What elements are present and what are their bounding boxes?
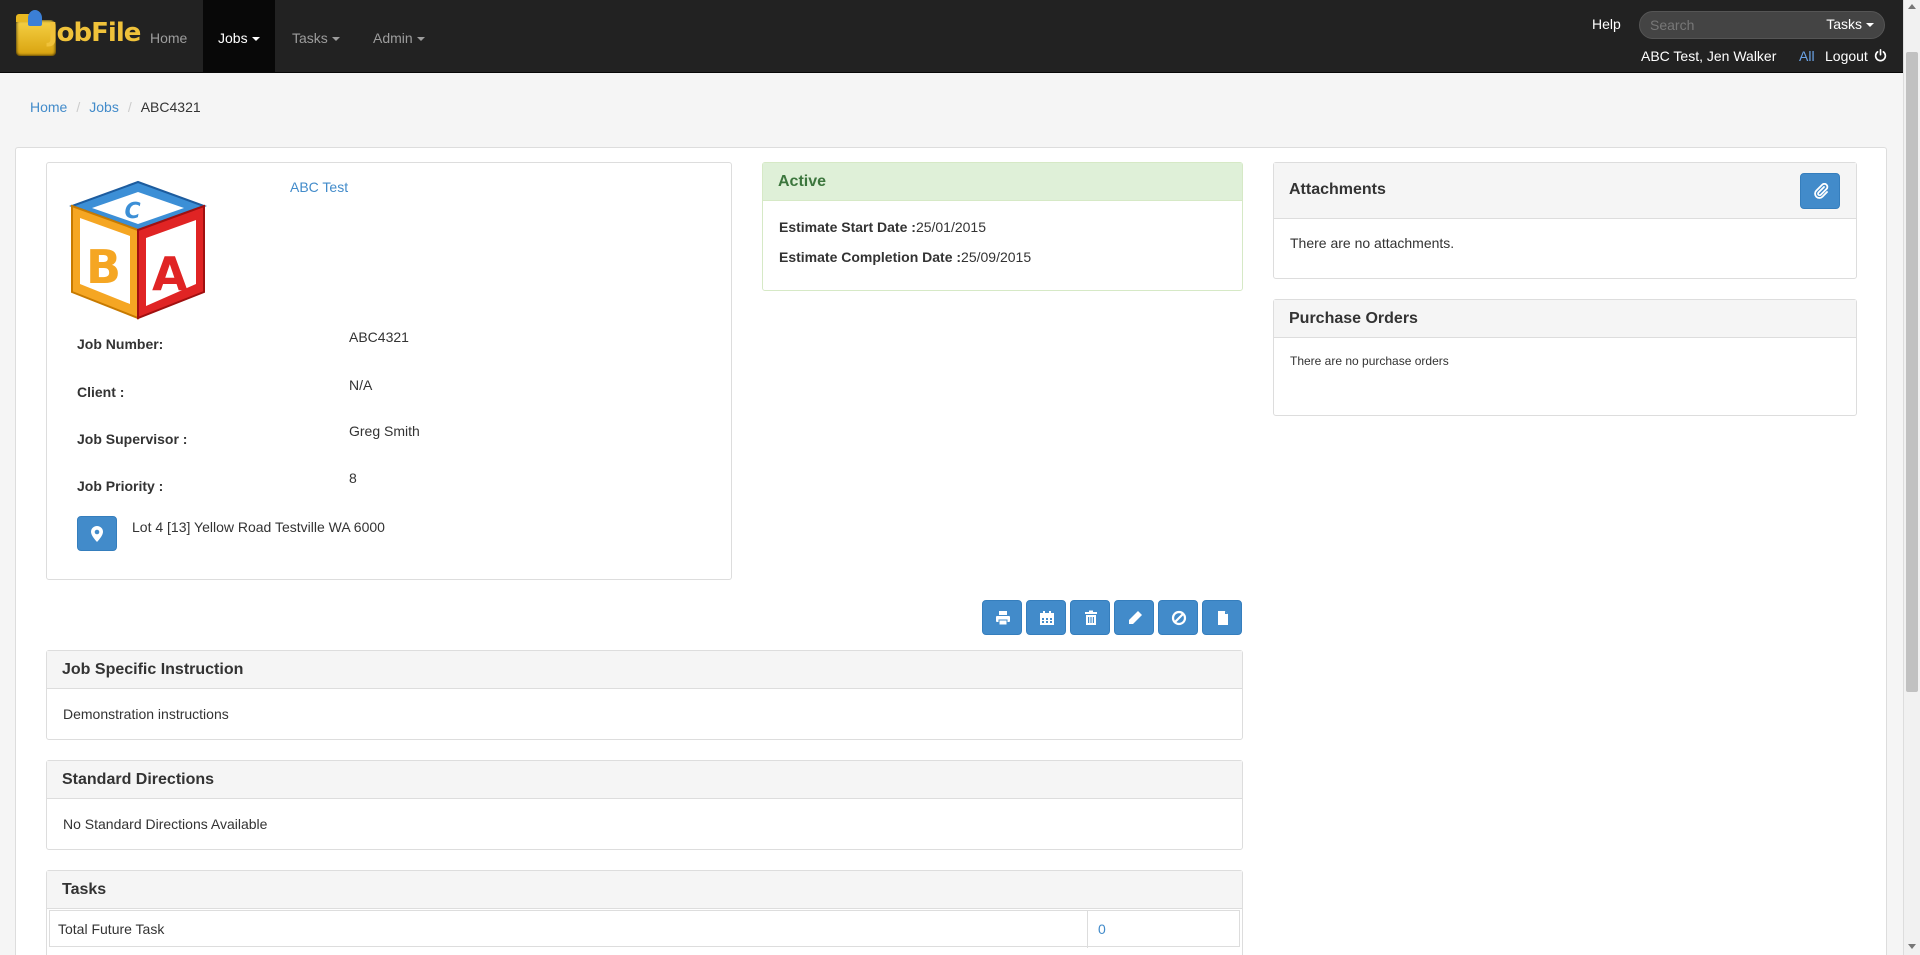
estimate-start-value: 25/01/2015	[915, 219, 987, 235]
map-location-button[interactable]	[77, 516, 117, 551]
estimate-completion-label: Estimate Completion Date :	[779, 249, 962, 265]
paperclip-icon	[1814, 183, 1829, 199]
job-priority-label: Job Priority :	[77, 478, 164, 494]
edit-button[interactable]	[1114, 600, 1154, 635]
job-number-label: Job Number:	[77, 336, 164, 352]
document-button[interactable]	[1202, 600, 1242, 635]
caret-down-icon	[251, 37, 260, 42]
brand-text: JobFile	[48, 18, 141, 48]
add-attachment-button[interactable]	[1800, 173, 1840, 209]
svg-text:A: A	[152, 247, 188, 301]
breadcrumb-home[interactable]: Home	[30, 99, 67, 115]
print-icon	[996, 611, 1010, 626]
attachments-panel: Attachments There are no attachments.	[1273, 162, 1857, 279]
breadcrumb: Home / Jobs / ABC4321	[30, 99, 201, 115]
trash-icon	[1085, 610, 1097, 625]
cancel-icon	[1171, 610, 1187, 626]
estimate-start-row: Estimate Start Date :25/01/2015	[779, 219, 986, 235]
caret-down-icon	[416, 37, 425, 42]
job-address: Lot 4 [13] Yellow Road Testville WA 6000	[132, 519, 385, 535]
file-icon	[1218, 611, 1228, 625]
client-label: Client :	[77, 384, 125, 400]
breadcrumb-separator: /	[127, 99, 132, 115]
power-icon	[1874, 49, 1886, 62]
tasks-title: Tasks	[47, 871, 1242, 909]
jobfile-logo[interactable]: JobFile	[14, 8, 141, 64]
job-supervisor-value: Greg Smith	[349, 423, 420, 439]
scroll-up-icon[interactable]	[1908, 4, 1916, 9]
search-scope-dropdown[interactable]: Tasks	[1826, 16, 1874, 32]
breadcrumb-jobs[interactable]: Jobs	[89, 99, 119, 115]
abc-blocks-logo: C B A	[69, 180, 207, 320]
current-user: ABC Test, Jen Walker	[1641, 48, 1777, 64]
job-number-value: ABC4321	[349, 329, 409, 345]
caret-down-icon	[1866, 23, 1874, 28]
attachments-title: Attachments	[1274, 163, 1856, 219]
pencil-icon	[1129, 611, 1142, 624]
attachments-empty-text: There are no attachments.	[1290, 235, 1455, 251]
purchase-orders-title: Purchase Orders	[1274, 300, 1856, 338]
estimate-start-label: Estimate Start Date :	[779, 219, 916, 235]
print-button[interactable]	[982, 600, 1022, 635]
tasks-panel: Tasks Total Future Task 0	[46, 870, 1243, 955]
client-value: N/A	[349, 377, 373, 393]
all-link[interactable]: All	[1799, 48, 1815, 64]
standard-directions-panel: Standard Directions No Standard Directio…	[46, 760, 1243, 850]
task-row-label: Total Future Task	[58, 921, 165, 937]
scroll-thumb[interactable]	[1906, 52, 1918, 692]
schedule-button[interactable]	[1026, 600, 1066, 635]
nav-tasks[interactable]: Tasks	[277, 0, 355, 73]
delete-button[interactable]	[1070, 600, 1110, 635]
job-status-panel: Active Estimate Start Date :25/01/2015 E…	[762, 162, 1243, 291]
help-link[interactable]: Help	[1592, 16, 1621, 32]
map-marker-icon	[91, 526, 103, 542]
job-instructions-title: Job Specific Instruction	[47, 651, 1242, 689]
svg-text:B: B	[86, 240, 121, 294]
estimate-completion-row: Estimate Completion Date :25/09/2015	[779, 249, 1031, 265]
logout-link[interactable]: Logout	[1825, 48, 1887, 64]
scroll-down-icon[interactable]	[1908, 944, 1916, 949]
job-supervisor-label: Job Supervisor :	[77, 431, 188, 447]
standard-directions-text: No Standard Directions Available	[63, 816, 268, 832]
nav-home[interactable]: Home	[135, 0, 202, 73]
purchase-orders-panel: Purchase Orders There are no purchase or…	[1273, 299, 1857, 416]
task-row-value-link[interactable]: 0	[1098, 921, 1106, 937]
job-priority-value: 8	[349, 470, 357, 486]
cell-divider	[1087, 911, 1088, 948]
job-instructions-panel: Job Specific Instruction Demonstration i…	[46, 650, 1243, 740]
nav-jobs[interactable]: Jobs	[203, 0, 275, 73]
caret-down-icon	[331, 37, 340, 42]
search-input[interactable]	[1650, 16, 1810, 34]
top-navbar: JobFile Home Jobs Tasks Admin Help Tasks…	[0, 0, 1920, 73]
search-box: Tasks	[1639, 11, 1885, 39]
estimate-completion-value: 25/09/2015	[961, 249, 1032, 265]
client-link[interactable]: ABC Test	[290, 179, 348, 195]
nav-admin[interactable]: Admin	[358, 0, 440, 73]
calendar-icon	[1040, 611, 1054, 625]
purchase-orders-empty-text: There are no purchase orders	[1290, 354, 1449, 368]
cancel-job-button[interactable]	[1158, 600, 1198, 635]
breadcrumb-current: ABC4321	[140, 99, 201, 115]
page-scrollbar[interactable]	[1903, 0, 1920, 955]
table-row: Total Future Task 0	[49, 910, 1240, 948]
status-title: Active	[763, 163, 1242, 201]
breadcrumb-separator: /	[76, 99, 81, 115]
job-instructions-text: Demonstration instructions	[63, 706, 229, 722]
standard-directions-title: Standard Directions	[47, 761, 1242, 799]
job-details-card: C B A ABC Test Job Number: ABC4321 Clien…	[46, 162, 732, 580]
person-icon	[28, 10, 42, 26]
